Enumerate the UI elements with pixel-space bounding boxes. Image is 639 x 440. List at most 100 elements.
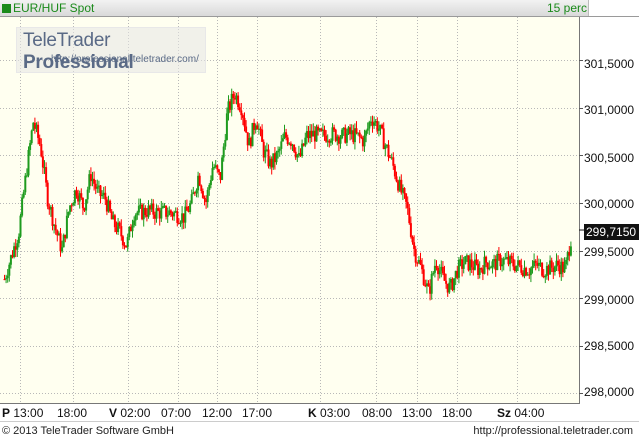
candle-body: [85, 199, 88, 211]
candle-body: [280, 141, 283, 149]
candle-body: [237, 95, 240, 108]
candle-body: [360, 136, 363, 138]
candle-body: [281, 138, 284, 142]
x-tick-label: 13:00: [402, 406, 433, 420]
candle-body: [208, 184, 211, 190]
candle-body: [45, 167, 48, 183]
candle-body: [510, 255, 513, 259]
candle-body: [133, 220, 136, 226]
candle-body: [54, 224, 57, 231]
candle-body: [504, 258, 507, 260]
candle-body: [238, 107, 241, 111]
candle-body: [480, 268, 483, 270]
candle-body: [496, 253, 499, 271]
candle-body: [534, 260, 537, 263]
candle-body: [134, 215, 137, 221]
candle-body: [515, 265, 518, 272]
candle-body: [387, 144, 390, 158]
candle-body: [525, 267, 528, 276]
chart-window: EUR/HUF Spot 15 perc 301,5000 301,0000 3…: [0, 0, 639, 440]
candle-body: [21, 197, 24, 216]
candle-body: [531, 265, 534, 269]
candle-body: [113, 215, 116, 228]
candle-body: [448, 282, 451, 293]
candle-body: [126, 237, 129, 248]
candle-body: [432, 272, 435, 274]
candle-body: [489, 267, 492, 269]
candle-body: [403, 188, 406, 194]
x-tick-label: 08:00: [362, 406, 393, 420]
candle-body: [46, 182, 49, 207]
candle-body: [29, 143, 32, 150]
candle-body: [358, 132, 361, 137]
candle-body: [243, 117, 246, 127]
candle-body: [286, 137, 289, 145]
candle-body: [245, 126, 248, 133]
candle-body: [51, 206, 54, 226]
candle-body: [518, 260, 521, 266]
candle-body: [72, 203, 75, 206]
candle-body: [173, 212, 176, 217]
x-tick-label: Sz 04:00: [497, 406, 545, 420]
candle-body: [501, 264, 504, 267]
time-axis[interactable]: P 13:00 18:00 V 02:00 07:00 12:00 17:00 …: [0, 404, 639, 421]
candle-body: [550, 260, 553, 268]
candle-body: [264, 149, 267, 158]
candle-body: [377, 128, 380, 131]
candle-body: [8, 264, 11, 276]
candle-body: [553, 266, 556, 273]
x-tick-label: K 03:00: [308, 406, 351, 420]
candle-body: [278, 148, 281, 151]
candle-body: [200, 185, 203, 192]
candle-body: [118, 222, 121, 227]
candle-body: [201, 191, 204, 198]
candle-body: [365, 130, 368, 136]
candle-body: [24, 175, 27, 193]
candle-body: [563, 264, 566, 273]
candle-body: [485, 256, 488, 263]
candle-body: [157, 208, 160, 211]
candle-body: [541, 262, 544, 276]
candle-body: [304, 137, 307, 146]
candle-body: [224, 139, 227, 147]
candle-body: [213, 166, 216, 169]
candle-body: [491, 261, 494, 268]
footer-url-link[interactable]: http://professional.teletrader.com: [473, 425, 633, 437]
candle-body: [6, 275, 9, 279]
x-tick-label: 07:00: [161, 406, 192, 420]
candle-body: [216, 165, 219, 170]
candle-body: [443, 273, 446, 281]
candle-body: [61, 247, 64, 252]
candle-body: [333, 127, 336, 130]
candle-body: [225, 113, 228, 140]
candle-body: [96, 186, 99, 189]
candle-body: [19, 215, 22, 237]
candle-body: [355, 128, 358, 134]
candle-body: [381, 124, 384, 129]
watermark-logo: TeleTrader Professional http://professio…: [16, 27, 206, 73]
candle-body: [22, 192, 25, 198]
candle-body: [136, 212, 139, 216]
candle-body: [101, 195, 104, 197]
candle-body: [67, 211, 70, 216]
candle-body: [430, 273, 433, 294]
candle-body: [339, 138, 342, 144]
candle-body: [405, 193, 408, 202]
candle-body: [152, 203, 155, 215]
candle-body: [166, 215, 169, 217]
x-tick-label: P 13:00: [2, 406, 44, 420]
candle-body: [241, 115, 244, 118]
candle-body: [203, 197, 206, 200]
candle-body: [121, 236, 124, 246]
candle-body: [368, 122, 371, 129]
candle-body: [470, 259, 473, 268]
candle-body: [185, 206, 188, 211]
candle-body: [363, 135, 366, 147]
candle-body: [520, 265, 523, 273]
x-tick-label: 18:00: [57, 406, 88, 420]
candle-body: [221, 157, 224, 180]
candle-body: [275, 152, 278, 163]
candle-body: [544, 275, 547, 278]
candle-body: [373, 122, 376, 126]
candle-body: [438, 270, 441, 275]
